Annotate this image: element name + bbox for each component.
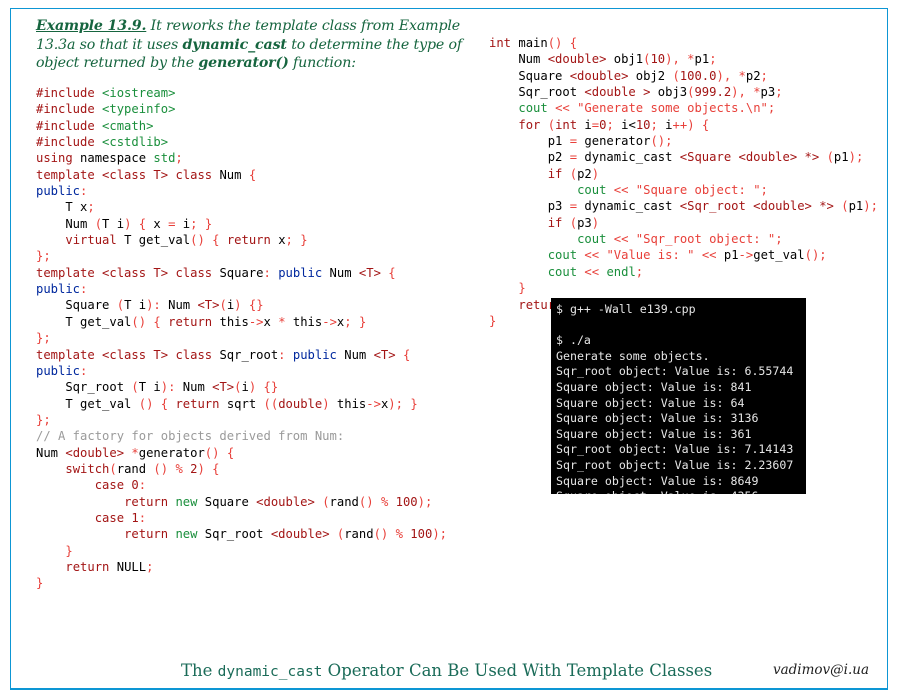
code-line: cout << "Square object: "; bbox=[577, 183, 768, 198]
code-line: }; bbox=[36, 249, 51, 264]
code-line: // A factory for objects derived from Nu… bbox=[36, 429, 345, 444]
terminal-output: $ g++ -Wall e139.cpp $ ./a Generate some… bbox=[551, 298, 806, 494]
code-line: Num (T i) { x = i; } bbox=[36, 216, 213, 231]
code-line: } bbox=[518, 281, 526, 296]
footer-title-pre: The bbox=[181, 661, 218, 680]
code-line: p2 = dynamic_cast <Square <double> *> (p… bbox=[489, 150, 864, 165]
intro-paragraph: Example 13.9. It reworks the template cl… bbox=[36, 17, 466, 73]
footer-email: vadimov@i.ua bbox=[772, 662, 869, 678]
code-line: template <class T> class Num { bbox=[36, 167, 257, 182]
example-label: Example 13.9. bbox=[36, 18, 147, 34]
code-line: if (p2) bbox=[547, 166, 600, 181]
terminal-line: Square object: Value is: 841 bbox=[556, 379, 752, 394]
code-line: #include <typeinfo> bbox=[36, 102, 176, 117]
terminal-line: Sqr_root object: Value is: 2.23607 bbox=[556, 457, 794, 472]
intro-bold-generator: generator() bbox=[198, 55, 289, 72]
code-line: T get_val () { return sqrt ((double) thi… bbox=[36, 396, 418, 411]
code-line: T get_val() { return this->x * this->x; … bbox=[36, 314, 367, 329]
terminal-line: Sqr_root object: Value is: 7.14143 bbox=[556, 442, 794, 457]
terminal-line: Generate some objects. bbox=[556, 348, 710, 363]
code-line: Sqr_root <double > obj3(999.2), *p3; bbox=[489, 85, 783, 100]
intro-bold-dynamic-cast: dynamic_cast bbox=[182, 36, 287, 53]
code-line: #include <cstdlib> bbox=[36, 135, 169, 150]
terminal-line: Square object: Value is: 361 bbox=[556, 426, 752, 441]
slide-canvas: Example 13.9. It reworks the template cl… bbox=[10, 8, 888, 690]
code-line: Num <double> *generator() { bbox=[36, 445, 235, 460]
code-line: virtual T get_val() { return x; } bbox=[65, 233, 308, 248]
footer-title-post: Operator Can Be Used With Template Class… bbox=[322, 661, 713, 680]
code-line: public: bbox=[36, 363, 88, 378]
code-line: } bbox=[65, 543, 73, 558]
terminal-line: Square object: Value is: 8649 bbox=[556, 473, 759, 488]
code-line: } bbox=[489, 313, 497, 328]
code-line: }; bbox=[36, 331, 51, 346]
footer-divider bbox=[11, 688, 887, 689]
footer-title: The dynamic_cast Operator Can Be Used Wi… bbox=[181, 661, 712, 680]
code-line: using namespace std; bbox=[36, 151, 183, 166]
code-line: switch(rand () % 2) { bbox=[65, 461, 220, 476]
code-line: #include <iostream> bbox=[36, 86, 176, 100]
code-line: return NULL; bbox=[65, 559, 154, 574]
code-line: if (p3) bbox=[547, 215, 600, 230]
code-line: cout << "Sqr_root object: "; bbox=[577, 232, 783, 247]
code-line: #include <cmath> bbox=[36, 118, 154, 133]
code-line: return new Square <double> (rand() % 100… bbox=[124, 494, 433, 509]
code-line: cout << "Generate some objects.\n"; bbox=[518, 101, 776, 116]
terminal-line: Sqr_root object: Value is: 6.55744 bbox=[556, 364, 794, 379]
terminal-line: $ ./a bbox=[556, 333, 591, 348]
code-line: template <class T> class Sqr_root: publi… bbox=[36, 347, 411, 362]
code-line: for (int i=0; i<10; i++) { bbox=[518, 117, 710, 132]
code-line: Square <double> obj2 (100.0), *p2; bbox=[489, 68, 768, 83]
code-line: public: bbox=[36, 184, 88, 199]
terminal-line: $ g++ -Wall e139.cpp bbox=[556, 302, 696, 316]
code-line: cout << "Value is: " << p1->get_val(); bbox=[547, 248, 827, 263]
terminal-line: Square object: Value is: 3136 bbox=[556, 411, 759, 426]
code-line: Square (T i): Num <T>(i) {} bbox=[36, 298, 264, 313]
code-line: T x; bbox=[36, 200, 95, 215]
code-line: Num <double> obj1(10), *p1; bbox=[489, 52, 717, 67]
code-line: cout << endl; bbox=[547, 264, 644, 279]
code-line: return new Sqr_root <double> (rand() % 1… bbox=[124, 527, 447, 542]
terminal-line: Square object: Value is: 64 bbox=[556, 395, 745, 410]
code-line: p3 = dynamic_cast <Sqr_root <double> *> … bbox=[489, 199, 878, 214]
code-line: p1 = generator(); bbox=[489, 134, 673, 149]
code-line: Sqr_root (T i): Num <T>(i) {} bbox=[36, 380, 279, 395]
code-block-left: #include <iostream> #include <typeinfo> … bbox=[36, 85, 476, 592]
intro-text-3: function: bbox=[288, 55, 356, 72]
footer-title-mono: dynamic_cast bbox=[217, 664, 323, 680]
code-block-right: int main() { Num <double> obj1(10), *p1;… bbox=[489, 35, 899, 329]
code-line: int main() { bbox=[489, 36, 578, 50]
code-line: template <class T> class Square: public … bbox=[36, 265, 396, 280]
code-line: case 1: bbox=[94, 510, 147, 525]
code-line: }; bbox=[36, 412, 51, 427]
code-line: case 0: bbox=[94, 478, 147, 493]
code-line: public: bbox=[36, 282, 88, 297]
code-line: } bbox=[36, 576, 44, 591]
terminal-line: Square object: Value is: 4356 bbox=[556, 489, 758, 494]
